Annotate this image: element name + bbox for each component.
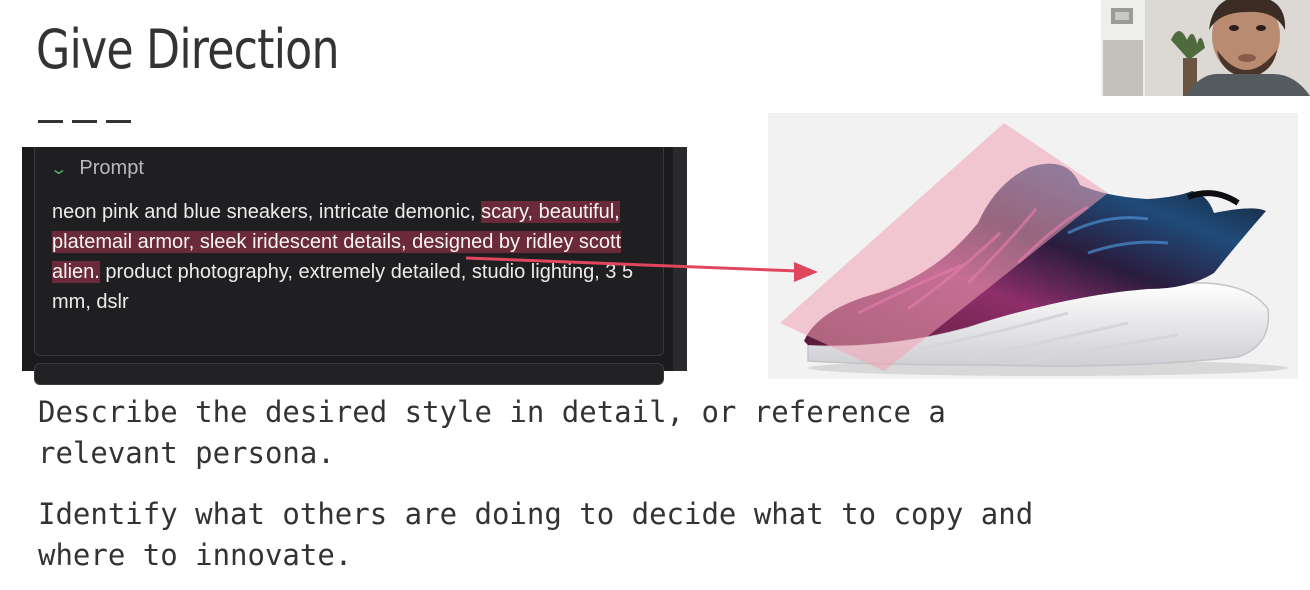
body-point-2-line-2: where to innovate. [38, 538, 353, 572]
chevron-down-icon: ⌄ [49, 160, 69, 178]
generated-sneaker-image [768, 113, 1298, 379]
slide-title: Give Direction [36, 18, 340, 81]
webcam-video [1101, 0, 1310, 96]
prompt-panel: ⌄ Prompt neon pink and blue sneakers, in… [22, 147, 687, 385]
prompt-text-start: neon pink and blue sneakers, intricate d… [52, 201, 482, 223]
scrollbar[interactable] [673, 147, 687, 371]
next-card-edge [34, 363, 664, 385]
prompt-section-label: Prompt [79, 157, 144, 179]
prompt-text: neon pink and blue sneakers, intricate d… [52, 197, 652, 317]
title-underline [38, 120, 132, 123]
presenter-video-frame [1101, 0, 1310, 96]
prompt-text-end: product photography, extremely detailed,… [52, 261, 634, 313]
body-point-1-line-2: relevant persona. [38, 436, 335, 470]
body-point-1-line-1: Describe the desired style in detail, or… [38, 395, 946, 429]
sneaker-illustration [768, 113, 1298, 379]
body-point-2-line-1: Identify what others are doing to decide… [38, 497, 1034, 531]
prompt-section-toggle[interactable]: ⌄ Prompt [49, 157, 144, 180]
